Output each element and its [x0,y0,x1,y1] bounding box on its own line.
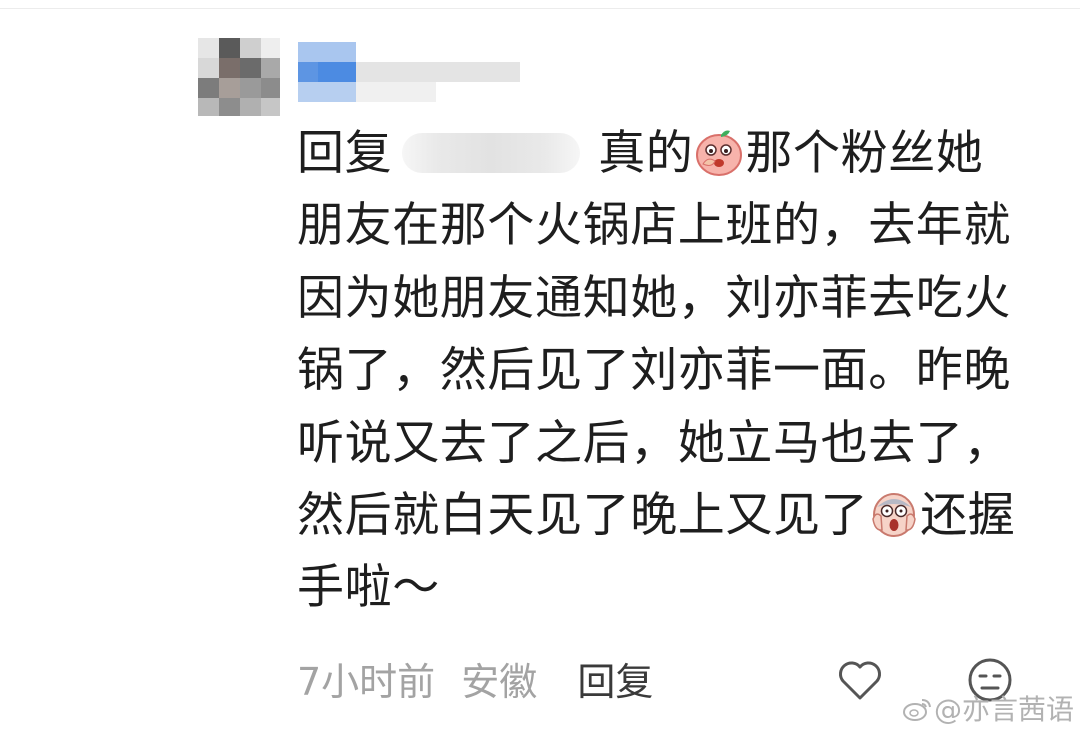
comment-line: 然后就白天见了晚上又见了 还握 [297,480,1037,552]
comment-line: 听说又去了之后，她立马也去了， [297,415,1011,471]
comment-meta: 7小时前 安徽 回复 [297,652,653,712]
reply-prefix: 回复 [297,126,393,181]
username-blurred[interactable] [298,42,520,102]
comment-fragment: 然后就白天见了晚上又见了 [297,487,869,543]
comment-text: 回复 真的 那个粉丝她 朋友在那个火锅店上班的，去年就 因为她朋友通知她，刘亦菲去… [297,118,1037,625]
comment-fragment: 那个粉丝她 [745,126,984,181]
shy-face-emoji [696,130,743,176]
mentioned-user-blurred[interactable] [402,132,581,173]
weibo-logo-icon [903,699,931,721]
comment-line: 回复 真的 那个粉丝她 [297,118,1037,190]
top-divider [0,8,1080,9]
watermark: @亦言茜语 [902,690,1074,730]
comment-fragment: 还握 [920,487,1016,543]
watermark-text: @亦言茜语 [934,693,1075,726]
comment-line: 手啦～ [297,560,440,616]
reply-button[interactable]: 回复 [577,652,653,712]
comment-line: 因为她朋友通知她，刘亦菲去吃火 [297,270,1011,326]
location: 安徽 [461,660,538,704]
comment-line: 锅了，然后见了刘亦菲一面。昨晚 [297,343,1011,399]
comment-line: 朋友在那个火锅店上班的，去年就 [297,198,1011,254]
comment-fragment: 真的 [598,126,694,181]
like-icon[interactable] [836,658,884,702]
timestamp: 7小时前 [297,660,436,704]
scream-face-emoji [872,493,916,538]
avatar[interactable] [198,38,280,116]
